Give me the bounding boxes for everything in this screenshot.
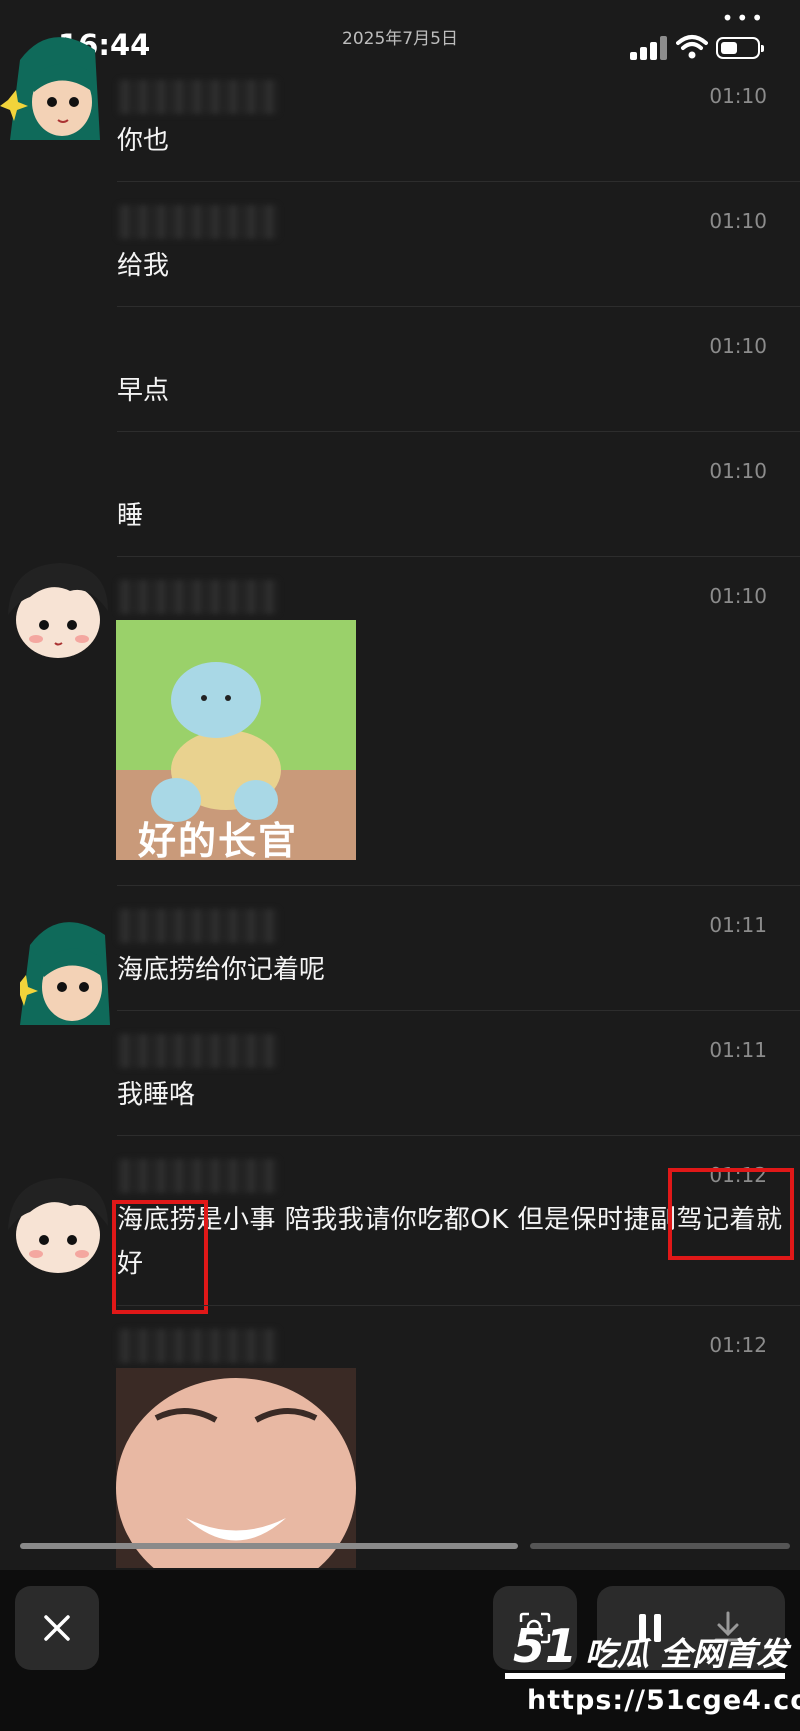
blurred-sender-name — [118, 909, 278, 943]
blurred-sender-name — [118, 205, 278, 239]
watermark: 51 吃瓜 全网首发 https://51cge4.com — [505, 1619, 800, 1725]
blurred-sender-name — [118, 1159, 278, 1193]
watermark-line1: 吃瓜 全网首发 — [585, 1635, 789, 1673]
blurred-sender-name — [118, 580, 278, 614]
divider — [117, 306, 800, 307]
divider — [117, 1135, 800, 1136]
close-icon — [44, 1615, 70, 1641]
blurred-sender-name — [118, 1329, 278, 1363]
message-text: 海底捞给你记着呢 — [117, 955, 326, 985]
message-time: 01:11 — [709, 1038, 767, 1062]
divider — [117, 1305, 800, 1306]
divider — [117, 431, 800, 432]
avatar[interactable] — [0, 20, 112, 141]
message-time: 01:10 — [709, 584, 767, 608]
watermark-number: 51 — [513, 1619, 578, 1673]
message-text: 我睡咯 — [117, 1080, 196, 1110]
message-time: 01:12 — [709, 1333, 767, 1357]
scroll-indicator[interactable] — [530, 1543, 790, 1549]
message-time: 01:10 — [709, 209, 767, 233]
message-time: 01:11 — [709, 913, 767, 937]
divider — [117, 181, 800, 182]
wifi-icon — [676, 35, 708, 59]
message-text: 早点 — [117, 376, 170, 406]
watermark-bar — [505, 1673, 785, 1679]
message-time: 01:10 — [709, 459, 767, 483]
highlight-box — [668, 1168, 794, 1260]
avatar[interactable] — [18, 905, 132, 1025]
avatar[interactable] — [0, 545, 112, 665]
close-button[interactable] — [15, 1586, 99, 1670]
status-bar: 16:44 2025年7月5日 ••• — [0, 0, 800, 70]
message-text: 睡 — [117, 501, 144, 531]
blurred-sender-name — [118, 80, 278, 114]
highlight-box — [112, 1200, 208, 1314]
divider — [117, 1010, 800, 1011]
signal-icon — [630, 36, 670, 60]
divider — [117, 556, 800, 557]
avatar[interactable] — [0, 1160, 112, 1280]
sticker-caption: 好的长官 — [138, 819, 299, 860]
photo-image[interactable] — [116, 1368, 356, 1568]
scroll-indicator[interactable] — [20, 1543, 518, 1549]
blurred-sender-name — [118, 1034, 278, 1068]
watermark-url: https://51cge4.com — [527, 1685, 800, 1716]
message-text: 你也 — [117, 126, 170, 156]
battery-icon — [716, 37, 764, 59]
message-time: 01:10 — [709, 84, 767, 108]
divider — [117, 885, 800, 886]
ellipsis-icon[interactable]: ••• — [722, 6, 766, 30]
message-time: 01:10 — [709, 334, 767, 358]
message-text: 给我 — [117, 251, 170, 281]
sticker-image[interactable]: 好的长官 — [116, 620, 356, 860]
